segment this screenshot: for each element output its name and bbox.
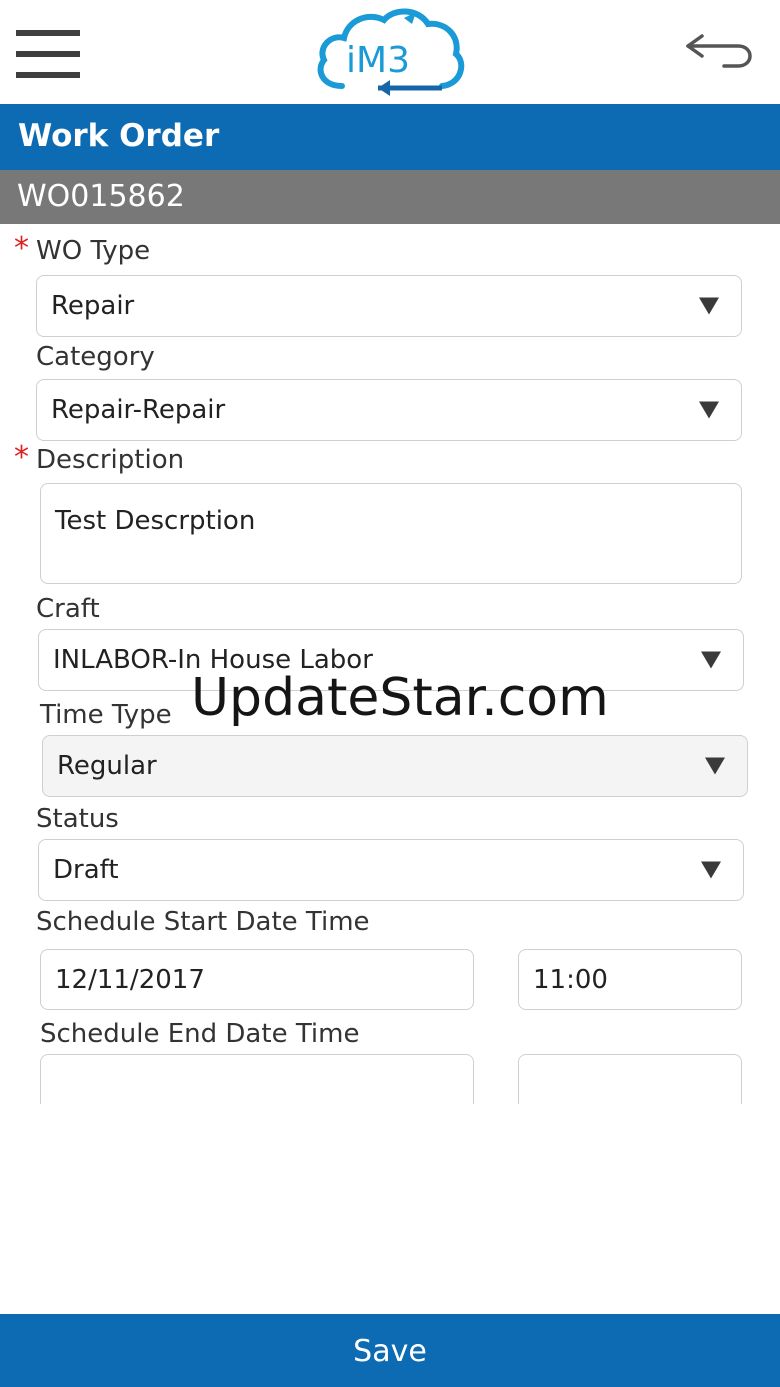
- top-bar: iM3: [0, 0, 780, 104]
- dropdown-arrow-icon: [701, 651, 721, 669]
- description-textarea[interactable]: Test Descrption: [40, 483, 742, 584]
- wo-type-select[interactable]: Repair: [36, 275, 742, 337]
- category-value: Repair-Repair: [51, 395, 226, 425]
- status-value: Draft: [53, 855, 119, 885]
- page-title: Work Order: [18, 118, 220, 154]
- schedule-end-date-input[interactable]: [40, 1054, 474, 1104]
- category-select[interactable]: Repair-Repair: [36, 379, 742, 441]
- description-value: Test Descrption: [55, 506, 256, 536]
- wo-type-label: WO Type: [36, 236, 151, 266]
- dropdown-arrow-icon: [699, 401, 719, 419]
- required-marker: *: [14, 231, 29, 266]
- schedule-start-time-input[interactable]: 11:00: [518, 949, 742, 1010]
- status-select[interactable]: Draft: [38, 839, 744, 901]
- schedule-start-time-value: 11:00: [533, 964, 608, 995]
- description-label: Description: [36, 445, 185, 475]
- craft-value: INLABOR-In House Labor: [53, 645, 373, 675]
- schedule-end-time-input[interactable]: [518, 1054, 742, 1104]
- schedule-end-label: Schedule End Date Time: [40, 1019, 360, 1049]
- wo-number-bar: WO015862: [0, 170, 780, 224]
- time-type-label: Time Type: [40, 700, 172, 730]
- save-button[interactable]: Save: [0, 1314, 780, 1387]
- wo-number: WO015862: [17, 179, 185, 214]
- required-marker: *: [14, 440, 29, 475]
- schedule-start-date-input[interactable]: 12/11/2017: [40, 949, 474, 1010]
- time-type-select[interactable]: Regular: [42, 735, 748, 797]
- dropdown-arrow-icon: [699, 297, 719, 315]
- scroll-clip: [0, 1054, 780, 1104]
- schedule-start-label: Schedule Start Date Time: [36, 907, 370, 937]
- save-button-label: Save: [353, 1334, 427, 1369]
- craft-label: Craft: [36, 594, 100, 624]
- schedule-start-date-value: 12/11/2017: [55, 964, 205, 995]
- craft-select[interactable]: INLABOR-In House Labor: [38, 629, 744, 691]
- category-label: Category: [36, 342, 155, 372]
- wo-type-value: Repair: [51, 291, 135, 321]
- back-arrow-icon[interactable]: [684, 24, 758, 76]
- hamburger-menu-icon[interactable]: [16, 30, 80, 78]
- dropdown-arrow-icon: [701, 861, 721, 879]
- logo-text: iM3: [346, 40, 410, 81]
- dropdown-arrow-icon: [705, 757, 725, 775]
- page-title-bar: Work Order: [0, 104, 780, 170]
- status-label: Status: [36, 804, 119, 834]
- im3-logo: iM3: [317, 8, 465, 96]
- time-type-value: Regular: [57, 751, 157, 781]
